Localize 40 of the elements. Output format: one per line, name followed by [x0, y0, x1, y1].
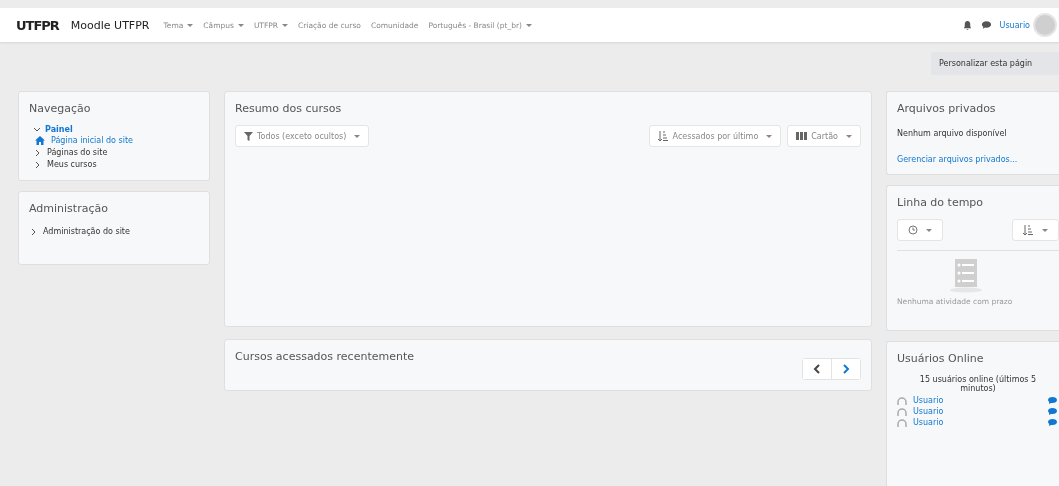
chevron-icon	[31, 227, 37, 236]
empty-message: Nenhum arquivo disponível	[897, 129, 1008, 138]
customize-page-button[interactable]: Personalizar esta págin	[931, 52, 1059, 75]
card-title: Usuários Online	[897, 352, 985, 365]
card-title: Navegação	[29, 102, 92, 115]
filter-icon	[244, 131, 253, 141]
columns-icon	[796, 132, 808, 140]
clock-icon	[908, 225, 918, 235]
user-link[interactable]: Usuario	[913, 407, 944, 416]
tree-item[interactable]: Painel	[29, 125, 199, 134]
next-button[interactable]	[831, 359, 860, 379]
filter-dropdown[interactable]: Todos (exceto ocultos)	[235, 125, 370, 147]
card-title: Resumo dos cursos	[235, 102, 343, 115]
tree-item[interactable]: Meus cursos	[29, 158, 199, 170]
manage-files-link[interactable]: Gerenciar arquivos privados...	[897, 155, 1018, 164]
view-dropdown[interactable]: Cartão	[787, 125, 861, 147]
card-title: Arquivos privados	[897, 102, 997, 115]
chevron-left-icon	[813, 364, 821, 374]
tree-item[interactable]: Páginas do site	[29, 146, 199, 158]
user-link[interactable]: Usuario	[913, 418, 944, 427]
bell-icon[interactable]	[961, 19, 973, 31]
card-title: Linha do tempo	[897, 196, 985, 209]
chevron-right-icon	[842, 364, 850, 374]
tree-item[interactable]: Página inicial do site	[29, 134, 199, 146]
chevron-icon	[33, 126, 41, 133]
card-title: Administração	[29, 202, 109, 215]
card-title: Cursos acessados recentemente	[235, 350, 414, 363]
logo[interactable]: UTFPR	[16, 17, 59, 33]
home-icon	[35, 136, 45, 145]
chat-icon[interactable]	[980, 20, 992, 30]
user-link[interactable]: Usuario	[913, 396, 944, 405]
sort-icon	[1023, 225, 1034, 235]
site-name[interactable]: Moodle UTFPR	[70, 18, 150, 32]
tree-item[interactable]: Administração do site	[29, 225, 199, 237]
list-icon	[947, 259, 985, 293]
sort-dropdown[interactable]: Acessados por último	[648, 125, 782, 147]
online-summary: 15 usuários online (últimos 5 minutos)	[918, 375, 1038, 393]
time-filter-dropdown[interactable]	[897, 219, 943, 241]
sort-icon	[657, 131, 669, 141]
user-link[interactable]: Usuario	[999, 20, 1030, 30]
